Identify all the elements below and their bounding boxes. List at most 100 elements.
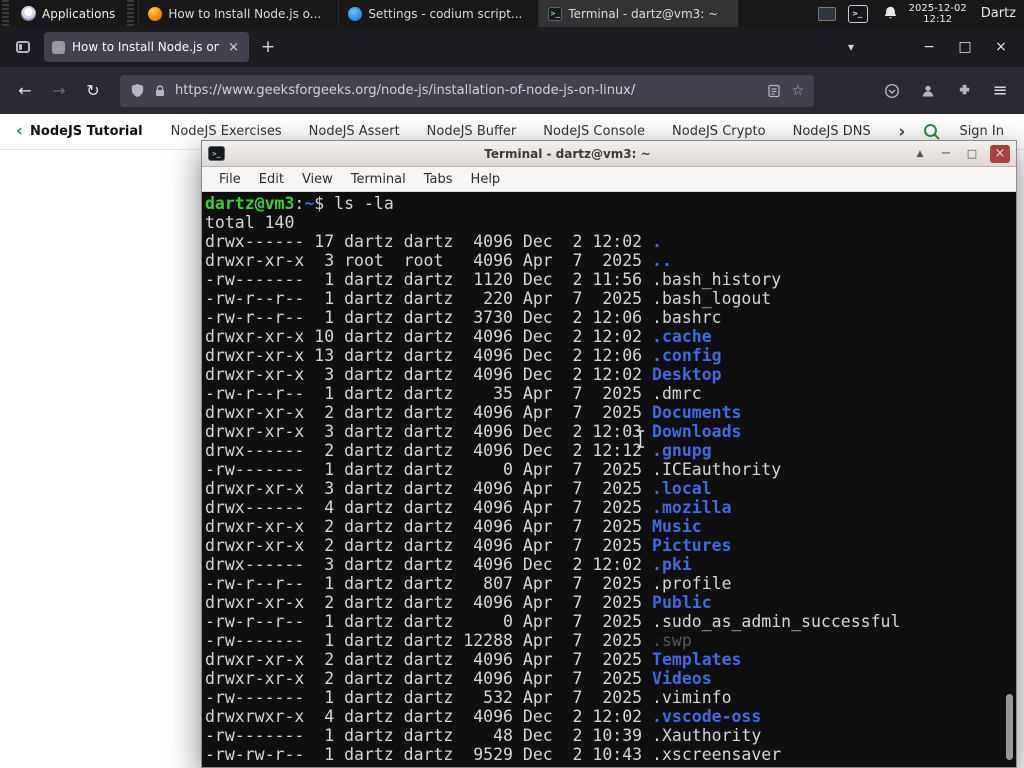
site-nav-link[interactable]: NodeJS Exercises [171, 124, 282, 139]
terminal-line: drwxr-xr-x 3 dartz dartz 4096 Apr 7 2025… [205, 479, 712, 498]
task-button-firefox[interactable]: How to Install Node.js o... [138, 0, 338, 27]
terminal-line: -rw------- 1 dartz dartz 48 Dec 2 10:39 … [205, 726, 762, 745]
nodejs-tutorial-link[interactable]: ‹ NodeJS Tutorial [16, 123, 143, 140]
terminal-line: drwxr-xr-x 13 dartz dartz 4096 Dec 2 12:… [205, 346, 722, 365]
menu-terminal[interactable]: Terminal [342, 170, 415, 189]
extensions-button[interactable] [950, 77, 978, 105]
terminal-line: drwxr-xr-x 3 dartz dartz 4096 Dec 2 12:0… [205, 422, 742, 441]
browser-tab-active[interactable]: How to Install Node.js on... × [44, 32, 249, 62]
terminal-line: drwx------ 2 dartz dartz 4096 Dec 2 12:1… [205, 441, 712, 460]
close-icon: × [994, 146, 1006, 161]
terminal-close-button[interactable]: × [990, 144, 1010, 163]
menu-help[interactable]: Help [462, 170, 510, 189]
reader-icon [768, 84, 781, 97]
forward-button[interactable]: → [44, 76, 74, 106]
url-bar[interactable]: https://www.geeksforgeeks.org/node-js/in… [120, 74, 814, 107]
tab-close-button[interactable]: × [226, 40, 241, 55]
reload-button[interactable]: ↻ [78, 76, 108, 106]
firefox-icon [148, 6, 163, 21]
terminal-titlebar[interactable]: >_ Terminal - dartz@vm3: ~ ▲ − □ × [202, 141, 1016, 167]
menu-tabs[interactable]: Tabs [415, 170, 462, 189]
menu-button[interactable]: ≡ [986, 77, 1014, 105]
terminal-line: -rw------- 1 dartz dartz 532 Apr 7 2025 … [205, 688, 732, 707]
menu-edit[interactable]: Edit [250, 170, 293, 189]
tray-icon-window[interactable] [817, 6, 836, 21]
terminal-body[interactable]: dartz@vm3:~$ ls -la total 140 drwx------ 1… [202, 192, 1016, 767]
nav-primary-label: NodeJS Tutorial [30, 124, 143, 139]
terminal-line: drwxr-xr-x 3 root root 4096 Apr 7 2025 .… [205, 251, 672, 270]
terminal-line: drwx------ 3 dartz dartz 4096 Dec 2 12:0… [205, 555, 692, 574]
shield-icon [131, 83, 144, 98]
applications-icon [21, 6, 36, 21]
url-bar-actions: ☆ [767, 83, 804, 99]
terminal-line: drwxrwxr-x 4 dartz dartz 4096 Dec 2 12:0… [205, 707, 762, 726]
terminal-line: -rw------- 1 dartz dartz 1120 Dec 2 11:5… [205, 270, 782, 289]
panel-grip[interactable] [2, 0, 9, 27]
menu-view[interactable]: View [293, 170, 342, 189]
terminal-maximize-button[interactable]: □ [962, 145, 982, 163]
window-task-list: How to Install Node.js o... Settings - c… [138, 0, 739, 27]
new-tab-button[interactable]: + [255, 34, 281, 60]
applications-menu-button[interactable]: Applications [11, 0, 125, 27]
site-nav-link[interactable]: NodeJS Buffer [427, 124, 517, 139]
maximize-icon: □ [958, 39, 972, 55]
lock-icon [156, 84, 164, 96]
plus-icon: + [260, 37, 276, 57]
sign-in-link[interactable]: Sign In [959, 124, 1004, 139]
toolbar-actions: ≡ [878, 77, 1014, 105]
close-icon: × [995, 39, 1007, 55]
tracking-protection-button[interactable] [130, 83, 145, 98]
nav-scroll-right-button[interactable]: › [898, 122, 905, 142]
site-nav-links: NodeJS Exercises NodeJS Assert NodeJS Bu… [171, 124, 891, 139]
terminal-scrollbar[interactable] [1005, 194, 1014, 765]
minimize-icon: − [940, 146, 952, 161]
close-icon: × [228, 39, 239, 55]
window-maximize-button[interactable]: □ [950, 34, 980, 60]
terminal-line: drwxr-xr-x 2 dartz dartz 4096 Apr 7 2025… [205, 650, 742, 669]
terminal-title: Terminal - dartz@vm3: ~ [484, 146, 651, 161]
pocket-icon [884, 83, 900, 98]
terminal-line: drwx------ 17 dartz dartz 4096 Dec 2 12:… [205, 232, 662, 251]
bookmark-button[interactable]: ☆ [791, 83, 804, 99]
search-icon [924, 123, 941, 140]
list-all-tabs-button[interactable]: ▾ [838, 34, 864, 60]
tray-icon-terminal[interactable]: >_ [847, 4, 868, 23]
browser-tab-bar: How to Install Node.js on... × + ▾ − □ × [0, 27, 1024, 67]
window-icon [817, 6, 836, 21]
terminal-scrollbar-thumb[interactable] [1006, 694, 1013, 760]
terminal-line: -rw-rw-r-- 1 dartz dartz 9529 Dec 2 10:4… [205, 745, 782, 764]
window-minimize-button[interactable]: − [914, 34, 944, 60]
clock-date: 2025-12-02 [908, 2, 967, 14]
back-icon: ← [18, 81, 32, 100]
task-label: Terminal - dartz@vm3: ~ [568, 6, 719, 21]
terminal-icon: >_ [548, 6, 563, 21]
text-cursor [637, 430, 644, 448]
pocket-button[interactable] [878, 77, 906, 105]
terminal-line: drwxr-xr-x 2 dartz dartz 4096 Apr 7 2025… [205, 536, 732, 555]
task-button-terminal[interactable]: >_ Terminal - dartz@vm3: ~ [538, 0, 739, 27]
notifications-button[interactable] [882, 5, 899, 22]
firefox-view-icon [16, 41, 30, 53]
window-close-button[interactable]: × [986, 34, 1016, 60]
panel-separator [127, 0, 135, 27]
site-nav-link[interactable]: NodeJS Console [543, 124, 645, 139]
chevron-right-icon: › [898, 121, 906, 142]
reader-mode-button[interactable] [767, 84, 781, 98]
task-button-codium[interactable]: Settings - codium script... [338, 0, 538, 27]
terminal-shade-button[interactable]: ▲ [910, 145, 930, 163]
terminal-line: -rw-r--r-- 1 dartz dartz 220 Apr 7 2025 … [205, 289, 772, 308]
site-nav-link[interactable]: NodeJS Crypto [672, 124, 766, 139]
chevron-down-icon: ▾ [847, 40, 855, 54]
firefox-view-button[interactable] [8, 33, 38, 61]
menu-file[interactable]: File [210, 170, 250, 189]
terminal-line: total 140 [205, 213, 295, 232]
site-info-button[interactable] [153, 84, 167, 98]
terminal-minimize-button[interactable]: − [936, 145, 956, 163]
account-button[interactable] [914, 77, 942, 105]
minimize-icon: − [923, 39, 935, 55]
terminal-line: drwxr-xr-x 2 dartz dartz 4096 Apr 7 2025… [205, 403, 742, 422]
back-button[interactable]: ← [10, 76, 40, 106]
panel-clock[interactable]: 2025-12-02 12:12 [909, 3, 967, 25]
site-nav-link[interactable]: NodeJS DNS [793, 124, 871, 139]
site-nav-link[interactable]: NodeJS Assert [309, 124, 400, 139]
